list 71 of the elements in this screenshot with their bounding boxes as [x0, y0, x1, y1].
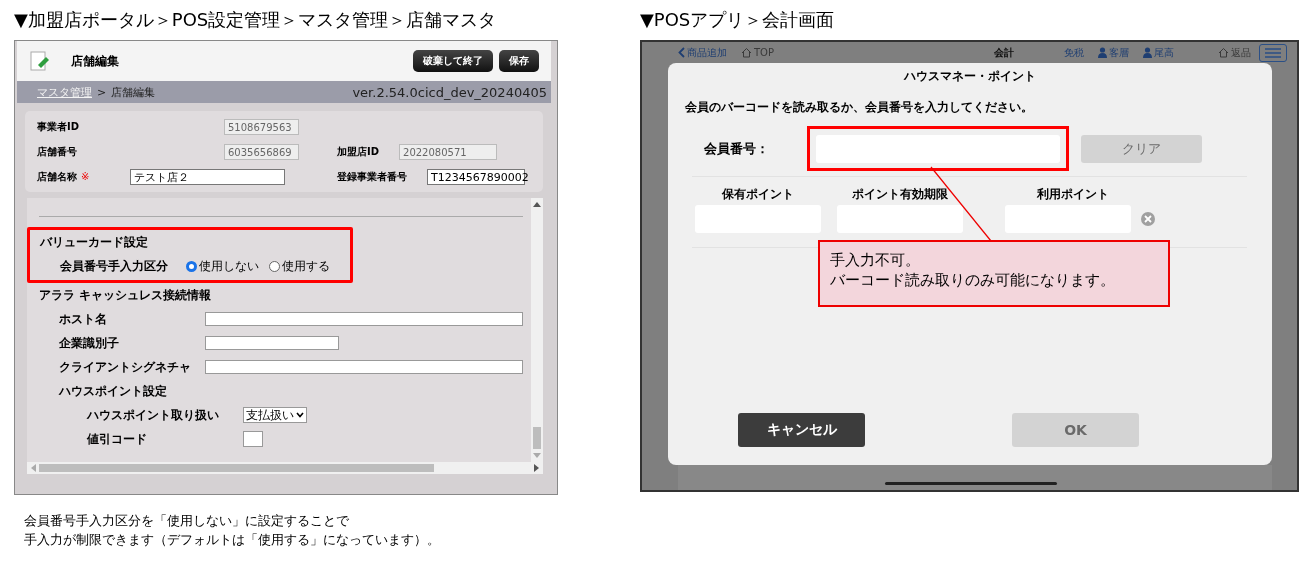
callout-text: バーコード読み取りのみ可能になります。 — [830, 270, 1116, 290]
scroll-right-icon[interactable] — [534, 464, 540, 472]
field-label: ホスト名 — [59, 310, 108, 328]
clear-icon[interactable] — [1141, 212, 1155, 226]
breadcrumb-separator: > — [97, 85, 107, 99]
instruction-text: 会員のバーコードを読み取るか、会員番号を入力してください。 — [685, 99, 1034, 116]
edit-document-icon — [29, 50, 51, 72]
nav-item[interactable]: 免税 — [1064, 45, 1084, 60]
scroll-down-icon[interactable] — [533, 453, 541, 459]
input-field: 6035656869 — [224, 143, 299, 160]
radio-option[interactable]: 使用する — [269, 257, 330, 275]
menu-button[interactable] — [1259, 43, 1287, 62]
input-field[interactable] — [205, 312, 523, 326]
field-label: 事業者ID — [37, 119, 80, 134]
callout-text: 手入力不可。 — [830, 250, 921, 270]
radio-button[interactable] — [269, 260, 280, 272]
point-field[interactable] — [837, 205, 963, 233]
home-icon — [741, 47, 752, 58]
select-field[interactable]: 支払扱い — [243, 407, 307, 423]
nav-item[interactable]: 尾高 — [1143, 45, 1174, 60]
caption-text: 会員番号手入力区分を「使用しない」に設定することで — [24, 512, 350, 530]
scroll-up-icon[interactable] — [533, 201, 541, 207]
screen-title: 会計 — [994, 45, 1014, 60]
person-icon — [1143, 47, 1152, 58]
field-label: 店舗番号 — [37, 144, 77, 159]
nav-item[interactable]: 客層 — [1098, 45, 1129, 60]
chevron-down-icon — [296, 412, 304, 418]
dialog-button[interactable]: キャンセル — [738, 413, 865, 447]
field-label: 登録事業者番号 — [337, 169, 407, 184]
input-field[interactable]: テスト店２ — [130, 168, 285, 185]
section-heading: ▼POSアプリ＞会計画面 — [640, 8, 836, 32]
field-label: 企業識別子 — [59, 334, 120, 352]
field-label: 加盟店ID — [337, 144, 380, 159]
back-chevron-icon — [678, 47, 685, 58]
home-icon — [1218, 47, 1229, 58]
dialog-title: ハウスマネー・ポイント — [902, 68, 1037, 85]
breadcrumb-link[interactable]: マスタ管理 — [37, 84, 92, 100]
field-label: 会員番号手入力区分 — [60, 257, 169, 275]
field-label: 店舗名称 — [37, 169, 77, 184]
field-label: 保有ポイント — [722, 186, 794, 203]
header-button[interactable]: 保存 — [499, 50, 539, 72]
input-field: 2022080571 — [399, 143, 498, 160]
scrollbar-thumb[interactable] — [533, 427, 541, 449]
input-field[interactable] — [243, 431, 263, 447]
caption-text: 手入力が制限できます（デフォルトは「使用する」になっています）。 — [24, 531, 441, 549]
field-label: ハウスポイント取り扱い — [87, 406, 220, 424]
section-title: アララ キャッシュレス接続情報 — [39, 287, 213, 304]
scroll-left-icon[interactable] — [30, 464, 36, 472]
menu-icon — [1265, 47, 1281, 58]
field-label: 利用ポイント — [1037, 186, 1109, 203]
person-icon — [1098, 47, 1107, 58]
header-button[interactable]: 破棄して終了 — [413, 50, 493, 72]
radio-button[interactable] — [186, 260, 197, 272]
input-field[interactable] — [205, 360, 523, 374]
field-label: 値引コード — [87, 430, 148, 448]
version-label: ver.2.54.0cicd_dev_20240405 — [352, 84, 547, 100]
page-title: 店舗編集 — [71, 52, 119, 70]
field-label: ポイント有効期限 — [852, 186, 948, 203]
section-title: バリューカード設定 — [40, 234, 149, 251]
input-field: 5108679563 — [224, 118, 299, 135]
horizontal-scrollbar[interactable] — [27, 462, 543, 474]
required-mark: ※ — [81, 171, 90, 182]
radio-option[interactable]: 使用しない — [186, 257, 259, 275]
input-field[interactable] — [205, 336, 339, 350]
vertical-scrollbar[interactable] — [531, 198, 543, 462]
nav-item[interactable]: 商品追加 — [678, 45, 727, 60]
field-label: 会員番号： — [704, 139, 770, 158]
field-label: クライアントシグネチャ — [59, 358, 192, 376]
section-title: ハウスポイント設定 — [57, 383, 168, 400]
breadcrumb-current: 店舗編集 — [111, 84, 156, 100]
section-heading: ▼加盟店ポータル＞POS設定管理＞マスタ管理＞店舗マスタ — [14, 8, 498, 32]
